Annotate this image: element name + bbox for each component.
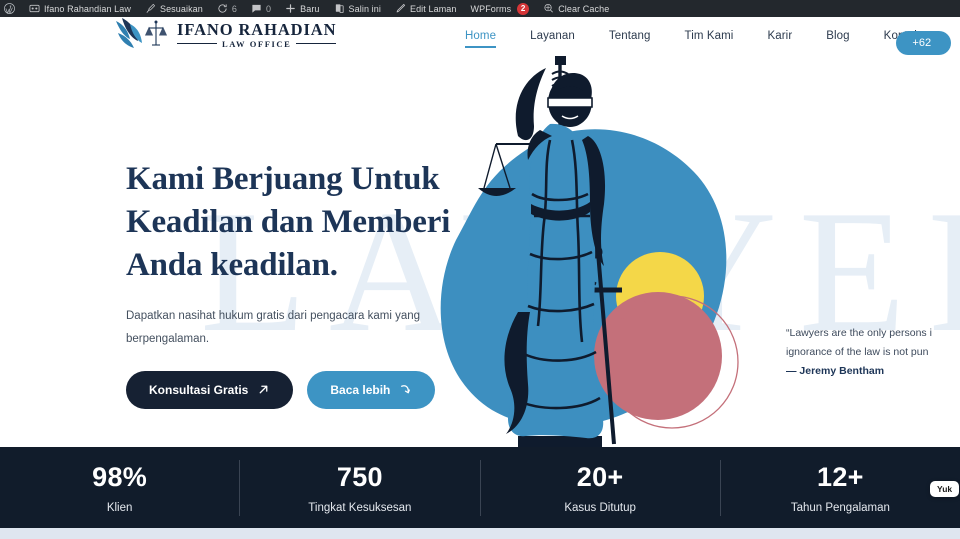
admin-bar-label-duplicate: Salin ini bbox=[348, 3, 381, 14]
logo-subtitle-row: LAW OFFICE bbox=[177, 38, 337, 49]
admin-bar-item-wpforms[interactable]: WPForms 2 bbox=[464, 0, 537, 17]
hero-headline-line-3: Anda keadilan. bbox=[126, 246, 338, 283]
logo-text: IFANO RAHADIAN LAW OFFICE bbox=[177, 20, 337, 49]
curved-arrow-icon bbox=[399, 383, 412, 396]
quote-line-2: ignorance of the law is not pun bbox=[786, 345, 929, 358]
nav-item-layanan[interactable]: Layanan bbox=[513, 17, 592, 54]
stat-label-tahun-pengalaman: Tahun Pengalaman bbox=[790, 501, 890, 514]
logo-rule-left bbox=[177, 43, 217, 45]
logo-subtitle: LAW OFFICE bbox=[221, 38, 292, 49]
page-bottom-strip bbox=[0, 528, 960, 539]
cache-broom-icon bbox=[543, 3, 554, 14]
konsultasi-gratis-button[interactable]: Konsultasi Gratis bbox=[126, 370, 294, 409]
stat-value-tahun-pengalaman: 12+ bbox=[817, 461, 864, 492]
nav-item-tim-kami[interactable]: Tim Kami bbox=[668, 17, 751, 54]
admin-bar-item-site-name[interactable]: Ifano Rahandian Law bbox=[22, 0, 138, 17]
chat-widget-tooltip[interactable]: Yuk bbox=[930, 481, 960, 497]
scales-of-justice-eagle-logo-icon bbox=[112, 15, 174, 55]
admin-bar-item-edit-page[interactable]: Edit Laman bbox=[388, 0, 464, 17]
page-root: Ifano Rahandian Law Sesuaikan 6 0 Baru S… bbox=[0, 0, 960, 539]
hero-text-block: Kami Berjuang Untuk Keadilan dan Memberi… bbox=[126, 158, 526, 409]
hero-subtitle: Dapatkan nasihat hukum gratis dari penga… bbox=[126, 309, 421, 345]
wp-admin-bar: Ifano Rahandian Law Sesuaikan 6 0 Baru S… bbox=[0, 0, 960, 17]
stat-value-kasus-ditutup: 20+ bbox=[576, 461, 624, 492]
arrow-up-right-icon bbox=[257, 383, 270, 396]
stat-item-tahun-pengalaman: 12+ Tahun Pengalaman bbox=[721, 460, 960, 516]
nav-item-blog[interactable]: Blog bbox=[809, 17, 866, 54]
duplicate-pages-icon bbox=[334, 3, 345, 14]
wpforms-notification-badge: 2 bbox=[517, 2, 530, 15]
hero-section: LAWYERS bbox=[0, 54, 960, 447]
nav-item-tentang[interactable]: Tentang bbox=[592, 17, 668, 54]
admin-bar-updates-count: 6 bbox=[231, 3, 238, 14]
admin-bar-comments-count: 0 bbox=[266, 3, 272, 14]
admin-bar-label-wpforms: WPForms bbox=[470, 3, 512, 14]
admin-bar-item-customize[interactable]: Sesuaikan bbox=[138, 0, 210, 17]
phone-cta-button[interactable]: +62 bbox=[896, 31, 952, 55]
konsultasi-gratis-label: Konsultasi Gratis bbox=[149, 382, 249, 397]
admin-bar-item-comments[interactable]: 0 bbox=[244, 0, 278, 17]
nav-item-home[interactable]: Home bbox=[448, 17, 513, 54]
admin-bar-label-clear-cache: Clear Cache bbox=[558, 3, 610, 14]
wordpress-logo-icon bbox=[4, 3, 15, 14]
hero-button-group: Konsultasi Gratis Baca lebih bbox=[126, 370, 526, 409]
site-logo[interactable]: IFANO RAHADIAN LAW OFFICE bbox=[112, 15, 337, 55]
stat-item-klien: 98% Klien bbox=[0, 459, 241, 516]
stats-bar: 98% Klien 750 Tingkat Kesuksesan 20+ Kas… bbox=[0, 447, 960, 528]
admin-bar-label-new: Baru bbox=[300, 3, 320, 14]
hero-headline-line-1: Kami Berjuang Untuk bbox=[126, 161, 440, 197]
stat-item-tingkat-kesuksesan: 750 Tingkat Kesuksesan bbox=[240, 459, 481, 516]
baca-lebih-button[interactable]: Baca lebih bbox=[307, 370, 436, 409]
logo-company-name: IFANO RAHADIAN bbox=[177, 20, 337, 40]
nav-item-karir[interactable]: Karir bbox=[750, 17, 809, 54]
admin-bar-item-clear-cache[interactable]: Clear Cache bbox=[536, 0, 616, 17]
hero-headline: Kami Berjuang Untuk Keadilan dan Memberi… bbox=[126, 158, 526, 287]
admin-bar-item-updates[interactable]: 6 bbox=[210, 0, 244, 17]
admin-bar-label-site-name: Ifano Rahandian Law bbox=[44, 3, 131, 14]
admin-bar-item-wordpress[interactable] bbox=[0, 0, 22, 17]
plus-new-icon bbox=[285, 3, 296, 14]
admin-bar-label-customize: Sesuaikan bbox=[159, 3, 203, 14]
admin-bar-item-new[interactable]: Baru bbox=[278, 0, 326, 17]
update-refresh-icon bbox=[217, 3, 228, 14]
admin-bar-label-edit-page: Edit Laman bbox=[409, 3, 457, 14]
stat-label-tingkat-kesuksesan: Tingkat Kesuksesan bbox=[308, 501, 412, 514]
stat-value-klien: 98% bbox=[92, 461, 148, 492]
main-navigation: Home Layanan Tentang Tim Kami Karir Blog… bbox=[448, 17, 952, 55]
logo-rule-right bbox=[296, 43, 337, 45]
home-dashboard-icon bbox=[29, 3, 40, 14]
admin-bar-item-duplicate[interactable]: Salin ini bbox=[327, 0, 388, 17]
hero-quote: “Lawyers are the only persons i ignoranc… bbox=[786, 324, 960, 377]
baca-lebih-label: Baca lebih bbox=[330, 382, 391, 397]
quote-line-1: “Lawyers are the only persons i bbox=[786, 327, 932, 339]
stat-value-tingkat-kesuksesan: 750 bbox=[336, 461, 383, 492]
stat-label-kasus-ditutup: Kasus Ditutup bbox=[564, 501, 636, 514]
edit-pencil-icon bbox=[395, 3, 406, 14]
hero-headline-line-2: Keadilan dan Memberi bbox=[126, 203, 451, 240]
customize-brush-icon bbox=[145, 3, 156, 14]
comment-bubble-icon bbox=[251, 3, 262, 14]
quote-author: — Jeremy Bentham bbox=[786, 364, 885, 377]
stat-item-kasus-ditutup: 20+ Kasus Ditutup bbox=[481, 459, 721, 516]
stat-label-klien: Klien bbox=[106, 501, 133, 514]
